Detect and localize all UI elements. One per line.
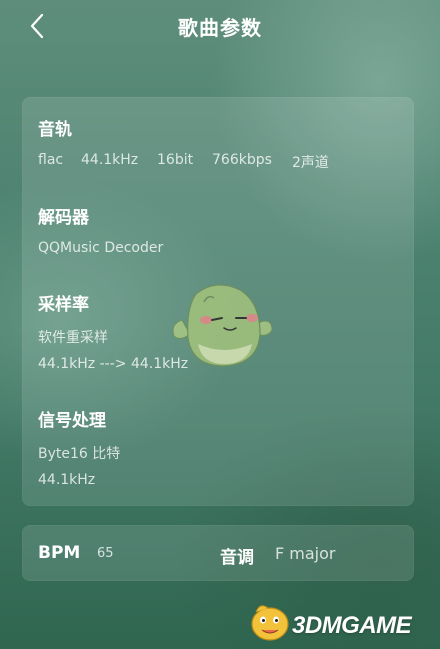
bpm-value: 65 bbox=[97, 546, 114, 561]
sampling-section-title: 采样率 bbox=[38, 295, 89, 315]
track-channels: 2声道 bbox=[292, 155, 329, 171]
decoder-section-title: 解码器 bbox=[38, 208, 89, 228]
key-label: 音调 bbox=[220, 548, 254, 568]
track-format: flac bbox=[38, 152, 64, 168]
signal-section-title: 信号处理 bbox=[38, 411, 106, 431]
key-value: F major bbox=[275, 544, 336, 563]
track-sample-rate: 44.1kHz bbox=[81, 152, 139, 168]
sampling-conversion: 44.1kHz ---> 44.1kHz bbox=[38, 356, 189, 372]
track-bit-depth: 16bit bbox=[157, 152, 194, 168]
bpm-key-card: BPM 65 音调 F major bbox=[22, 525, 414, 581]
sampling-mode: 软件重采样 bbox=[38, 330, 108, 346]
track-section-title: 音轨 bbox=[38, 120, 72, 140]
signal-rate: 44.1kHz bbox=[38, 472, 96, 488]
header: 歌曲参数 bbox=[0, 0, 440, 56]
decoder-value: QQMusic Decoder bbox=[38, 240, 164, 256]
watermark-logo-icon bbox=[251, 605, 289, 641]
mascot-image bbox=[168, 278, 276, 372]
page-title: 歌曲参数 bbox=[178, 16, 262, 40]
watermark: 3DMGAME bbox=[246, 600, 436, 644]
signal-processor: Byte16 比特 bbox=[38, 446, 121, 462]
track-bitrate: 766kbps bbox=[212, 152, 272, 168]
watermark-text: 3DMGAME bbox=[292, 612, 412, 639]
bpm-label: BPM bbox=[38, 543, 81, 563]
